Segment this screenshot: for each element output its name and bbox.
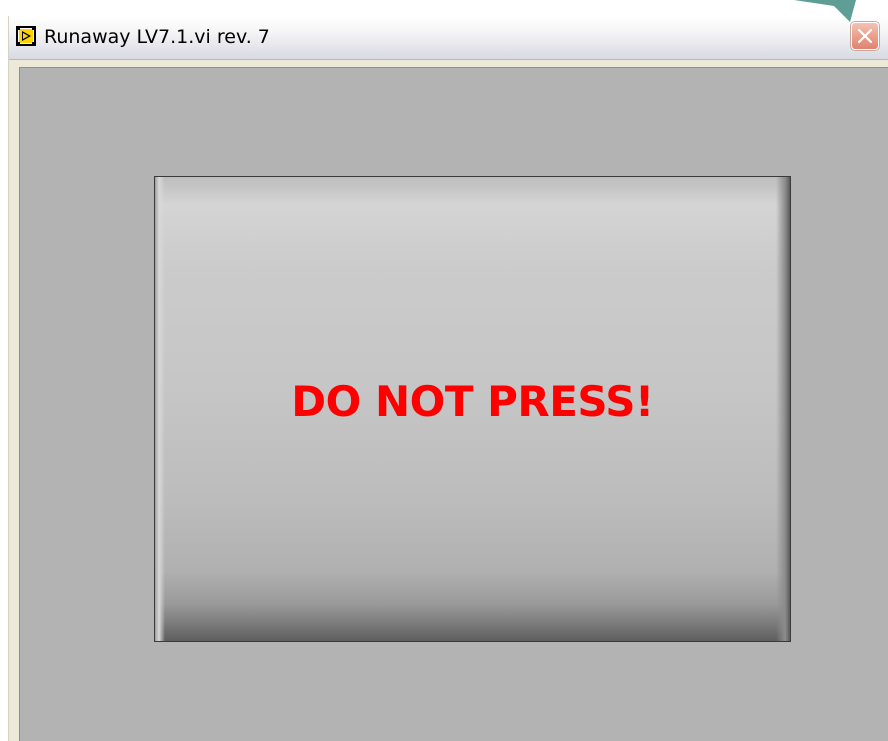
vi-window: Runaway LV7.1.vi rev. 7 DO NOT PRESS! [8,16,888,741]
window-frame: DO NOT PRESS! [9,60,888,741]
labview-vi-icon [16,26,36,46]
do-not-press-label: DO NOT PRESS! [291,377,654,426]
title-bar[interactable]: Runaway LV7.1.vi rev. 7 [9,16,888,60]
arrow-pointer-icon [794,0,856,22]
window-title: Runaway LV7.1.vi rev. 7 [44,26,270,48]
do-not-press-button[interactable]: DO NOT PRESS! [154,176,791,642]
front-panel: DO NOT PRESS! [19,67,888,741]
screen: Runaway LV7.1.vi rev. 7 DO NOT PRESS! [0,0,888,741]
